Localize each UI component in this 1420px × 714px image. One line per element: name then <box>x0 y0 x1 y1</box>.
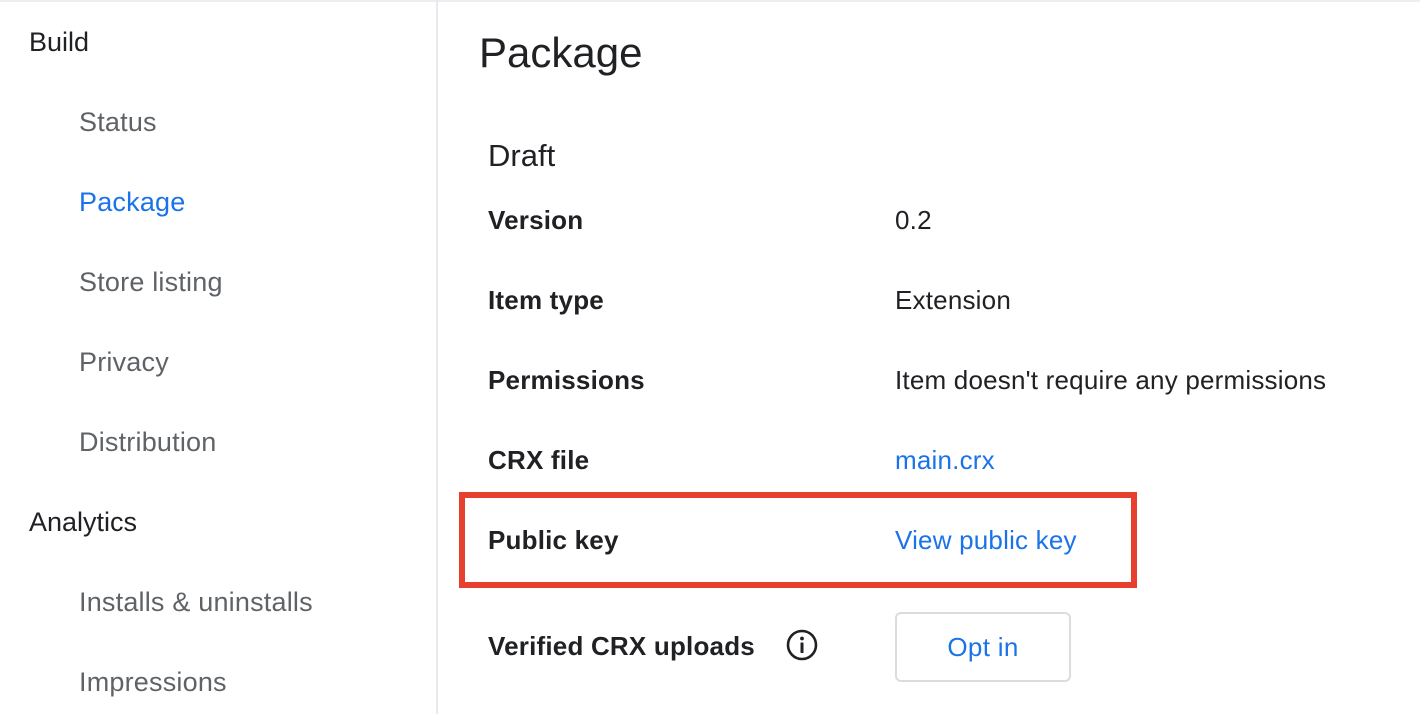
sidebar-item-package[interactable]: Package <box>79 189 185 216</box>
sidebar-item-installs-uninstalls[interactable]: Installs & uninstalls <box>79 589 313 616</box>
item-type-label: Item type <box>488 285 604 315</box>
version-value: 0.2 <box>895 205 932 235</box>
sidebar: Build Status Package Store listing Priva… <box>0 0 438 714</box>
sidebar-item-privacy[interactable]: Privacy <box>79 349 169 376</box>
sidebar-section-analytics: Analytics <box>29 507 138 537</box>
permissions-value: Item doesn't require any permissions <box>895 365 1327 395</box>
draft-section-title: Draft <box>488 138 556 173</box>
sidebar-item-impressions[interactable]: Impressions <box>79 669 227 696</box>
sidebar-item-status[interactable]: Status <box>79 109 157 136</box>
view-public-key-link[interactable]: View public key <box>895 527 1077 553</box>
opt-in-button[interactable]: Opt in <box>895 612 1071 682</box>
page-title: Package <box>479 29 643 76</box>
verified-crx-uploads-label: Verified CRX uploads <box>488 631 755 661</box>
sidebar-section-build: Build <box>29 27 90 57</box>
item-type-value: Extension <box>895 285 1011 315</box>
public-key-label: Public key <box>488 525 619 555</box>
info-icon[interactable] <box>786 629 818 661</box>
version-label: Version <box>488 205 584 235</box>
sidebar-item-store-listing[interactable]: Store listing <box>79 269 223 296</box>
app-root: Build Status Package Store listing Priva… <box>0 0 1420 714</box>
crx-file-label: CRX file <box>488 445 590 475</box>
main-content: Package Draft Version 0.2 Item type Exte… <box>438 0 1420 714</box>
crx-file-link[interactable]: main.crx <box>895 447 995 473</box>
permissions-label: Permissions <box>488 365 645 395</box>
sidebar-item-distribution[interactable]: Distribution <box>79 429 216 456</box>
